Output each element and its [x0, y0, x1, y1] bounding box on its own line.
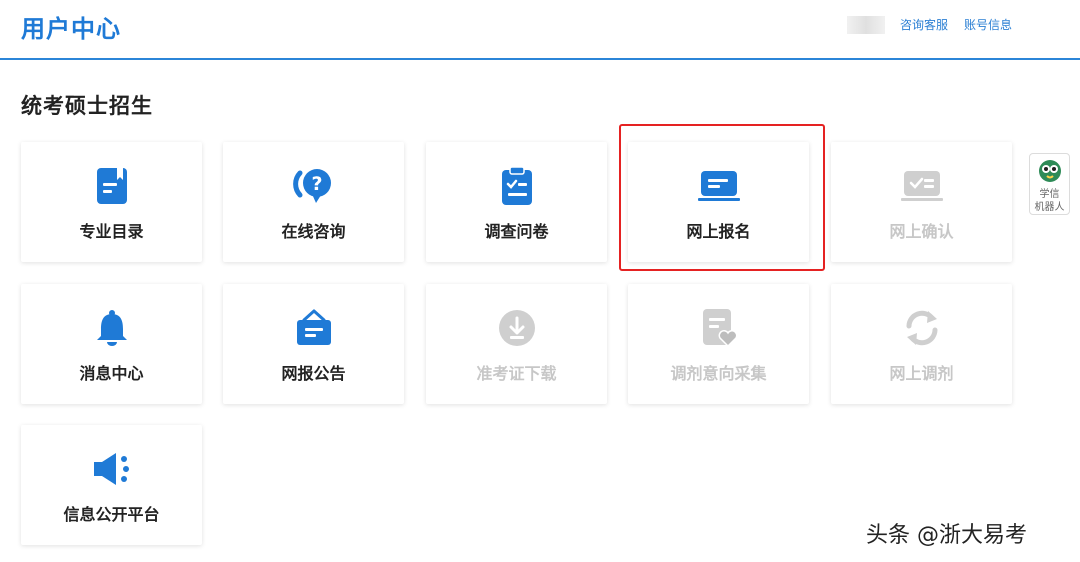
screen-check-icon — [831, 166, 1012, 206]
card-label: 在线咨询 — [281, 222, 346, 241]
notice-board-icon — [223, 308, 404, 348]
card-label: 网上确认 — [889, 222, 954, 241]
question-chat-icon: ? — [223, 166, 404, 206]
bell-icon — [21, 308, 202, 348]
user-avatar[interactable] — [847, 16, 885, 34]
card-survey[interactable]: 调查问卷 — [426, 142, 607, 262]
refresh-icon — [831, 308, 1012, 348]
card-adjustment-intention[interactable]: 调剂意向采集 — [628, 284, 809, 404]
svg-text:?: ? — [311, 173, 322, 195]
account-info-link[interactable]: 账号信息 — [964, 16, 1012, 33]
card-label: 调剂意向采集 — [670, 364, 767, 383]
consult-service-link[interactable]: 咨询客服 — [900, 16, 948, 33]
document-heart-icon — [628, 308, 809, 348]
section-title: 统考硕士招生 — [21, 94, 153, 118]
card-label: 网上调剂 — [889, 364, 954, 383]
robot-label: 学信 机器人 — [1030, 188, 1069, 214]
card-label: 调查问卷 — [484, 222, 549, 241]
laptop-form-icon — [628, 166, 809, 206]
card-label: 消息中心 — [79, 364, 144, 383]
card-label: 信息公开平台 — [63, 505, 160, 524]
header-bar: 用户中心 咨询客服 账号信息 — [0, 0, 1080, 60]
card-info-disclosure-platform[interactable]: 信息公开平台 — [21, 425, 202, 545]
card-online-adjustment[interactable]: 网上调剂 — [831, 284, 1012, 404]
megaphone-icon — [21, 449, 202, 489]
watermark: 头条 @浙大易考 — [866, 523, 1027, 548]
clipboard-check-icon — [426, 166, 607, 206]
download-icon — [426, 308, 607, 348]
card-registration-notice[interactable]: 网报公告 — [223, 284, 404, 404]
robot-label-line1: 学信 — [1039, 189, 1060, 200]
card-online-consult[interactable]: ? 在线咨询 — [223, 142, 404, 262]
robot-mascot-icon — [1038, 158, 1062, 188]
card-online-confirmation[interactable]: 网上确认 — [831, 142, 1012, 262]
card-label: 准考证下载 — [476, 364, 557, 383]
card-label: 网报公告 — [281, 364, 346, 383]
card-major-catalog[interactable]: 专业目录 — [21, 142, 202, 262]
card-message-center[interactable]: 消息中心 — [21, 284, 202, 404]
card-admission-ticket-download[interactable]: 准考证下载 — [426, 284, 607, 404]
book-icon — [21, 166, 202, 206]
app-title: 用户中心 — [21, 15, 121, 43]
card-online-registration[interactable]: 网上报名 — [628, 142, 809, 262]
xuexin-robot-button[interactable]: 学信 机器人 — [1029, 153, 1070, 215]
card-label: 网上报名 — [686, 222, 751, 241]
robot-label-line2: 机器人 — [1034, 202, 1065, 213]
card-label: 专业目录 — [79, 222, 144, 241]
